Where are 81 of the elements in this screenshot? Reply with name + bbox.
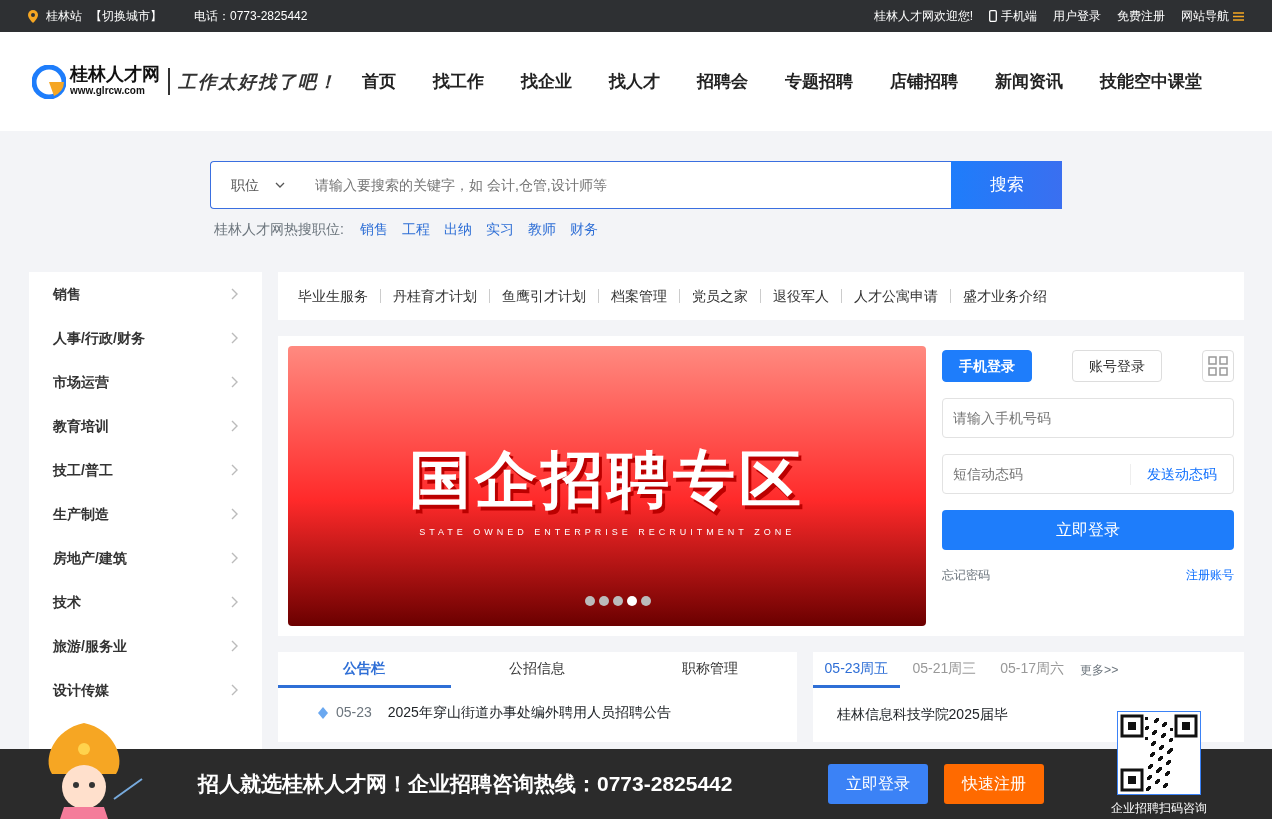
login-tab[interactable]: 账号登录 <box>1072 350 1163 382</box>
sidebar-category-link[interactable]: 技术 <box>53 591 81 613</box>
nav-link[interactable]: 新闻资讯 <box>995 68 1063 95</box>
sidebar-category-link[interactable]: 旅游/服务业 <box>53 635 127 657</box>
welcome-text: 桂林人才网欢迎您! <box>873 8 973 25</box>
hot-keyword-link[interactable]: 工程 <box>401 219 430 240</box>
notice-date: 05-23 <box>335 703 372 722</box>
notice-tab[interactable]: 职称管理 <box>623 652 797 688</box>
notice-tab[interactable]: 公招信息 <box>450 652 624 688</box>
site-nav-link[interactable]: 网站导航 <box>1181 7 1229 25</box>
switch-city-link[interactable]: 【切换城市】 <box>90 7 162 25</box>
sidebar-category-link[interactable]: 人事/行政/财务 <box>53 327 145 349</box>
diamond-bullet-icon <box>317 706 328 719</box>
logo-url: www.glrcw.com <box>70 84 146 98</box>
service-link[interactable]: 档案管理 <box>597 289 679 303</box>
service-link[interactable]: 党员之家 <box>678 289 760 303</box>
menu-icon <box>1233 11 1244 21</box>
send-code-link[interactable]: 发送动态码 <box>1130 463 1233 485</box>
phone-input[interactable]: 请输入手机号码 <box>942 398 1234 438</box>
login-tab[interactable]: 手机登录 <box>942 350 1033 382</box>
service-link[interactable]: 毕业生服务 <box>297 289 380 303</box>
banner-title: 国企招聘专区 <box>409 443 806 516</box>
job-fair-link[interactable]: 桂林信息科技学院2025届毕 <box>812 688 1244 725</box>
nav-link[interactable]: 找人才 <box>609 68 660 95</box>
mobile-phone-icon <box>989 10 997 22</box>
carousel-dot[interactable] <box>598 596 609 606</box>
chevron-down-icon <box>275 182 285 188</box>
promo-slogan: 招人就选桂林人才网！企业招聘咨询热线：0773-2825442 <box>198 771 733 798</box>
hot-keyword-link[interactable]: 销售 <box>359 219 388 240</box>
sidebar-category-link[interactable]: 教育培训 <box>53 415 109 437</box>
mobile-site-link[interactable]: 手机端 <box>1001 7 1037 25</box>
sidebar-category-link[interactable]: 生产制造 <box>53 503 109 525</box>
nav-link[interactable]: 招聘会 <box>697 68 748 95</box>
location-pin-icon <box>28 9 38 23</box>
service-link[interactable]: 退役军人 <box>759 289 841 303</box>
more-link[interactable]: 更多>> <box>1080 660 1119 680</box>
qr-code-icon <box>1207 355 1229 378</box>
logo-icon <box>32 64 66 99</box>
nav-link[interactable]: 技能空中课堂 <box>1100 68 1202 95</box>
phone-number: 电话：0773-2825442 <box>194 8 308 25</box>
nav-link[interactable]: 专题招聘 <box>785 68 853 95</box>
nav-link[interactable]: 首页 <box>362 68 396 95</box>
nav-link[interactable]: 找工作 <box>433 68 484 95</box>
job-fair-date-tab[interactable]: 05-23周五 <box>812 652 901 688</box>
hot-search-label: 桂林人才网热搜职位: <box>214 220 344 239</box>
search-field[interactable]: 请输入要搜索的关键字，如 会计,仓管,设计师等 <box>305 161 951 209</box>
register-link[interactable]: 注册账号 <box>1186 566 1234 585</box>
notice-tab[interactable]: 公告栏 <box>277 652 451 688</box>
sidebar-category-link[interactable]: 房地产/建筑 <box>53 547 127 569</box>
hot-keyword-link[interactable]: 出纳 <box>443 219 472 240</box>
forgot-password-link[interactable]: 忘记密码 <box>942 566 991 585</box>
location-label: 桂林站 <box>46 8 82 25</box>
nav-link[interactable]: 找企业 <box>521 68 572 95</box>
top-link[interactable]: 用户登录 <box>1053 7 1101 25</box>
sidebar-category-link[interactable]: 设计传媒 <box>53 679 109 701</box>
login-button[interactable]: 立即登录 <box>942 510 1234 550</box>
service-link[interactable]: 丹桂育才计划 <box>379 289 489 303</box>
logo-name: 桂林人才网 <box>70 65 160 83</box>
carousel-dot[interactable] <box>612 596 623 606</box>
qr-caption: 企业招聘扫码咨询 <box>1111 799 1207 817</box>
service-link[interactable]: 鱼鹰引才计划 <box>488 289 598 303</box>
sidebar-category-link[interactable]: 市场运营 <box>53 371 109 393</box>
carousel-dot[interactable] <box>584 596 595 606</box>
sms-code-field[interactable]: 短信动态码 发送动态码 <box>942 454 1234 494</box>
top-link[interactable]: 免费注册 <box>1117 7 1165 25</box>
carousel-dot[interactable] <box>640 596 651 606</box>
banner-subtitle: STATE OWNED ENTERPRISE RECRUITMENT ZONE <box>419 525 796 539</box>
hot-keyword-link[interactable]: 实习 <box>485 219 514 240</box>
service-link[interactable]: 人才公寓申请 <box>840 289 950 303</box>
nav-link[interactable]: 店铺招聘 <box>890 68 958 95</box>
slogan-text: 工作太好找了吧！ <box>168 68 338 95</box>
search-button[interactable]: 搜索 <box>951 161 1062 209</box>
hot-keyword-link[interactable]: 教师 <box>527 219 556 240</box>
sidebar-category-link[interactable]: 销售 <box>53 283 81 305</box>
category-dropdown[interactable]: 职位 <box>210 161 305 209</box>
notice-link[interactable]: 2025年穿山街道办事处编外聘用人员招聘公告 <box>387 702 671 723</box>
login-button[interactable]: 立即登录 <box>828 764 929 804</box>
hot-keyword-link[interactable]: 财务 <box>569 219 598 240</box>
carousel-dot[interactable] <box>626 596 637 606</box>
sidebar-category-link[interactable]: 技工/普工 <box>53 459 113 481</box>
service-link[interactable]: 盛才业务介绍 <box>949 289 1059 303</box>
